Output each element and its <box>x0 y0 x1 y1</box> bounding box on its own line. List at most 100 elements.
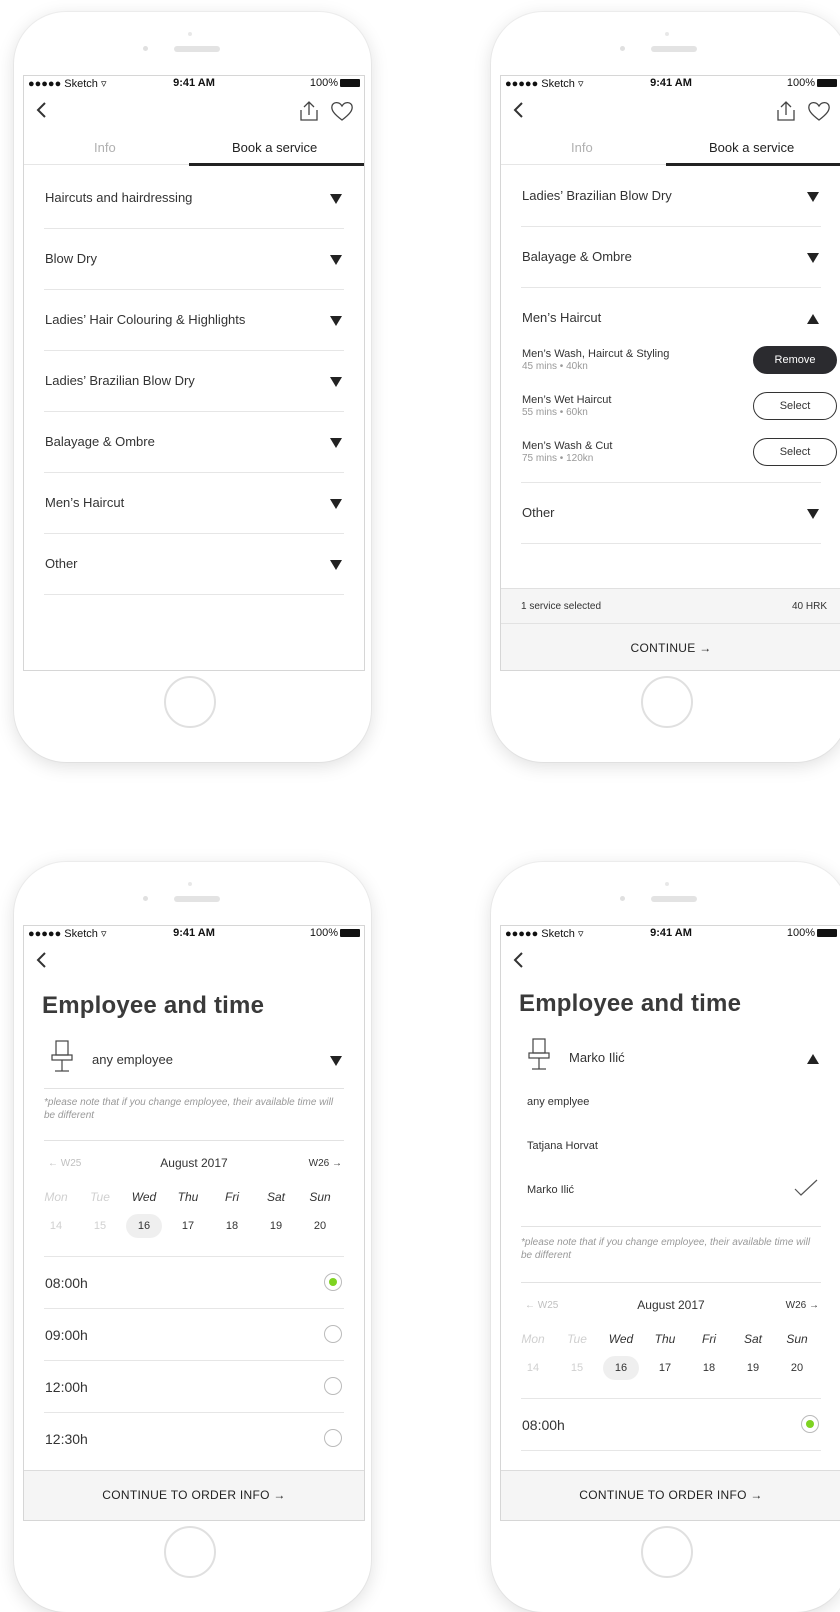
date-cell[interactable]: 19 <box>735 1356 771 1380</box>
category-label: Balayage & Ombre <box>45 434 155 449</box>
weekday-label: Sat <box>743 1332 762 1346</box>
radio-icon[interactable] <box>324 1429 342 1447</box>
month-label: August 2017 <box>637 1298 705 1312</box>
expand-triangle-icon <box>807 509 819 519</box>
phone-frame-3: ●●●●● Sketch ▿ 9:41 AM 100% Employee and… <box>14 862 371 1612</box>
radio-selected-icon[interactable] <box>801 1415 819 1433</box>
battery-icon <box>340 929 360 938</box>
employee-selector[interactable]: any employee <box>44 1026 344 1089</box>
expand-triangle-icon <box>330 194 342 204</box>
radio-selected-icon[interactable] <box>324 1273 342 1291</box>
divider <box>521 1282 821 1283</box>
expand-triangle-icon <box>330 316 342 326</box>
expand-triangle-icon <box>330 560 342 570</box>
time-slot[interactable]: 09:00h <box>44 1309 344 1361</box>
service-item: Men’s Wash, Haircut & Styling 45 mins • … <box>521 346 837 392</box>
expand-triangle-icon <box>330 255 342 265</box>
battery-label: 100% <box>309 927 338 939</box>
date-cell[interactable]: 20 <box>779 1356 815 1380</box>
category-row[interactable]: Men’s Haircut <box>44 473 344 534</box>
category-label: Other <box>45 556 78 571</box>
service-category-list: Haircuts and hairdressing Blow Dry Ladie… <box>44 168 344 595</box>
continue-to-order-button[interactable]: CONTINUE TO ORDER INFO → <box>501 1470 840 1520</box>
battery-indicator: 100% <box>787 927 837 939</box>
category-label: Ladies’ Brazilian Blow Dry <box>522 188 672 203</box>
status-bar: ●●●●● Sketch ▿ 9:41 AM 100% <box>24 926 364 942</box>
tab-book-service[interactable]: Book a service <box>709 140 794 155</box>
time-slot[interactable]: 08:00h <box>44 1257 344 1309</box>
tab-info[interactable]: Info <box>94 140 116 155</box>
share-icon[interactable] <box>775 100 797 122</box>
time-slot[interactable]: 08:00h <box>521 1399 821 1451</box>
home-button[interactable] <box>164 1526 216 1578</box>
category-row[interactable]: Balayage & Ombre <box>44 412 344 473</box>
heart-icon[interactable] <box>807 100 831 122</box>
employee-options: any emplyee Tatjana Horvat Marko Ilić <box>521 1082 821 1214</box>
back-chevron-icon[interactable] <box>511 950 527 970</box>
remove-button[interactable]: Remove <box>753 346 837 374</box>
tab-book-service[interactable]: Book a service <box>232 140 317 155</box>
select-button[interactable]: Select <box>753 438 837 466</box>
continue-to-order-button[interactable]: CONTINUE TO ORDER INFO → <box>24 1470 364 1520</box>
date-cell[interactable]: 17 <box>647 1356 683 1380</box>
date-cell[interactable]: 18 <box>214 1214 250 1238</box>
radio-icon[interactable] <box>324 1377 342 1395</box>
sensor-dot <box>188 882 192 886</box>
employee-change-note: *please note that if you change employee… <box>521 1237 811 1261</box>
back-chevron-icon[interactable] <box>511 100 527 120</box>
date-cell[interactable]: 19 <box>258 1214 294 1238</box>
select-button[interactable]: Select <box>753 392 837 420</box>
status-bar: ●●●●● Sketch ▿ 9:41 AM 100% <box>501 76 840 92</box>
expand-triangle-icon <box>330 499 342 509</box>
time-slot[interactable]: 12:30h <box>44 1413 344 1464</box>
category-row[interactable]: Other <box>44 534 344 595</box>
selected-total: 40 HRK <box>791 601 827 612</box>
time-slot-label: 08:00h <box>45 1275 88 1291</box>
back-chevron-icon[interactable] <box>34 100 50 120</box>
tab-info[interactable]: Info <box>571 140 593 155</box>
category-row[interactable]: Ladies’ Brazilian Blow Dry <box>521 166 821 227</box>
weekday-row: Mon Tue Wed Thu Fri Sat Sun <box>521 1332 821 1352</box>
date-cell-selected[interactable]: 16 <box>603 1356 639 1380</box>
back-chevron-icon[interactable] <box>34 950 50 970</box>
weekday-label: Sun <box>309 1190 331 1204</box>
service-item: Men’s Wet Haircut 55 mins • 60kn Select <box>521 392 837 438</box>
next-week-button[interactable]: W26 → <box>786 1300 819 1311</box>
date-cell[interactable]: 18 <box>691 1356 727 1380</box>
expand-triangle-icon <box>330 377 342 387</box>
employee-option[interactable]: any emplyee <box>521 1082 821 1126</box>
service-name: Men’s Wet Haircut <box>522 394 612 406</box>
next-week-button[interactable]: W26 → <box>309 1158 342 1169</box>
weekday-label: Tue <box>90 1190 110 1204</box>
weekday-label: Sat <box>266 1190 285 1204</box>
time-slot[interactable]: 12:00h <box>44 1361 344 1413</box>
home-button[interactable] <box>641 676 693 728</box>
category-row[interactable]: Other <box>521 483 821 544</box>
home-button[interactable] <box>164 676 216 728</box>
heart-icon[interactable] <box>330 100 354 122</box>
expand-triangle-icon <box>807 192 819 202</box>
date-cell[interactable]: 20 <box>302 1214 338 1238</box>
employee-selector[interactable]: Marko Ilić <box>521 1024 821 1086</box>
category-row[interactable]: Balayage & Ombre <box>521 227 821 288</box>
employee-option-selected[interactable]: Marko Ilić <box>521 1170 821 1214</box>
home-button[interactable] <box>641 1526 693 1578</box>
share-icon[interactable] <box>298 100 320 122</box>
month-label: August 2017 <box>160 1156 228 1170</box>
weekday-label: Mon <box>44 1190 68 1204</box>
employee-option[interactable]: Tatjana Horvat <box>521 1126 821 1170</box>
continue-button[interactable]: CONTINUE → <box>501 641 840 655</box>
category-row-expanded[interactable]: Men’s Haircut <box>521 288 821 346</box>
date-cell[interactable]: 17 <box>170 1214 206 1238</box>
sensor-dot <box>665 882 669 886</box>
category-label: Haircuts and hairdressing <box>45 190 193 205</box>
radio-icon[interactable] <box>324 1325 342 1343</box>
category-row[interactable]: Ladies’ Hair Colouring & Highlights <box>44 290 344 351</box>
phone-frame-1: ●●●●● Sketch ▿ 9:41 AM 100% Info Book a … <box>14 12 371 762</box>
date-cell-selected[interactable]: 16 <box>126 1214 162 1238</box>
category-row[interactable]: Haircuts and hairdressing <box>44 168 344 229</box>
category-row[interactable]: Ladies’ Brazilian Blow Dry <box>44 351 344 412</box>
category-row[interactable]: Blow Dry <box>44 229 344 290</box>
weekday-row: Mon Tue Wed Thu Fri Sat Sun <box>44 1190 344 1210</box>
weekday-label: Mon <box>521 1332 545 1346</box>
